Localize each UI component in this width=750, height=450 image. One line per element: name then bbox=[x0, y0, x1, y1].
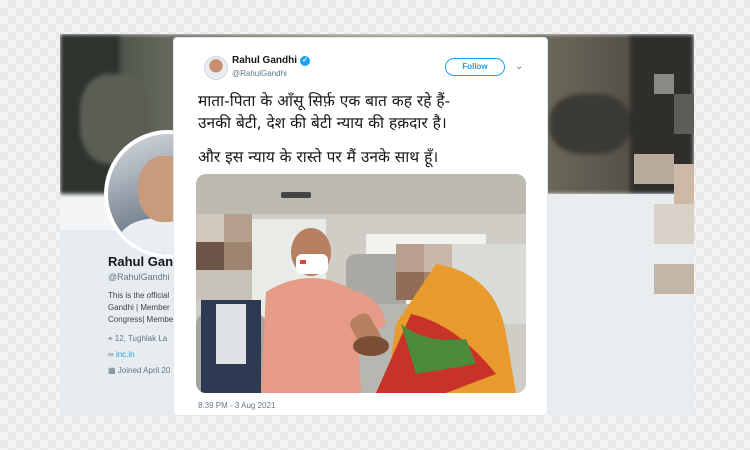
chevron-down-icon[interactable]: ⌄ bbox=[515, 61, 523, 72]
pixelation-block bbox=[654, 204, 694, 244]
pixelation-block bbox=[674, 94, 694, 134]
profile-bio: This is the official Gandhi | Member Con… bbox=[108, 290, 176, 326]
tweet-timestamp[interactable]: 8:39 PM - 3 Aug 2021 bbox=[198, 401, 275, 410]
tweet-card[interactable]: Rahul Gandhi ✓ @RahulGandhi Follow ⌄ माता… bbox=[173, 37, 548, 416]
profile-handle: @RahulGandhi bbox=[108, 272, 170, 282]
profile-bio-line: This is the official bbox=[108, 291, 170, 300]
profile-website-link[interactable]: inc.in bbox=[116, 350, 135, 359]
author-handle[interactable]: @RahulGandhi bbox=[232, 69, 287, 78]
profile-location-text: 12, Tughlak La bbox=[114, 334, 168, 343]
author-name-row[interactable]: Rahul Gandhi ✓ bbox=[232, 55, 310, 66]
location-pin-icon: ⌖ bbox=[108, 334, 113, 343]
tweet-text-line: उनकी बेटी, देश की बेटी न्याय की हक़दार ह… bbox=[198, 114, 447, 132]
author-avatar[interactable] bbox=[204, 56, 228, 80]
pixelation-block bbox=[654, 264, 694, 294]
profile-bio-line: Congress| Member bbox=[108, 315, 176, 324]
pixelation-block bbox=[674, 164, 694, 204]
profile-website[interactable]: ∞ inc.in bbox=[108, 350, 135, 359]
tweet-text-line: और इस न्याय के रास्ते पर मैं उनके साथ हू… bbox=[198, 148, 439, 166]
author-name[interactable]: Rahul Gandhi bbox=[232, 55, 297, 66]
tweet-text: माता-पिता के आँसू सिर्फ़ एक बात कह रहे ह… bbox=[198, 90, 538, 168]
tweet-photo-illustration bbox=[196, 174, 526, 393]
tweet-text-line: माता-पिता के आँसू सिर्फ़ एक बात कह रहे ह… bbox=[198, 92, 451, 110]
profile-joined-text: Joined April 20 bbox=[117, 366, 171, 375]
verified-badge-icon: ✓ bbox=[300, 56, 310, 66]
tweet-photo[interactable] bbox=[196, 174, 526, 393]
link-icon: ∞ bbox=[108, 350, 114, 359]
follow-button[interactable]: Follow bbox=[445, 58, 505, 76]
calendar-icon: ▦ bbox=[108, 366, 116, 375]
profile-location: ⌖ 12, Tughlak La bbox=[108, 334, 167, 344]
pixelation-block bbox=[654, 74, 674, 94]
profile-bio-line: Gandhi | Member bbox=[108, 303, 170, 312]
profile-joined: ▦ Joined April 20 bbox=[108, 366, 170, 375]
pixelation-block bbox=[634, 154, 674, 184]
